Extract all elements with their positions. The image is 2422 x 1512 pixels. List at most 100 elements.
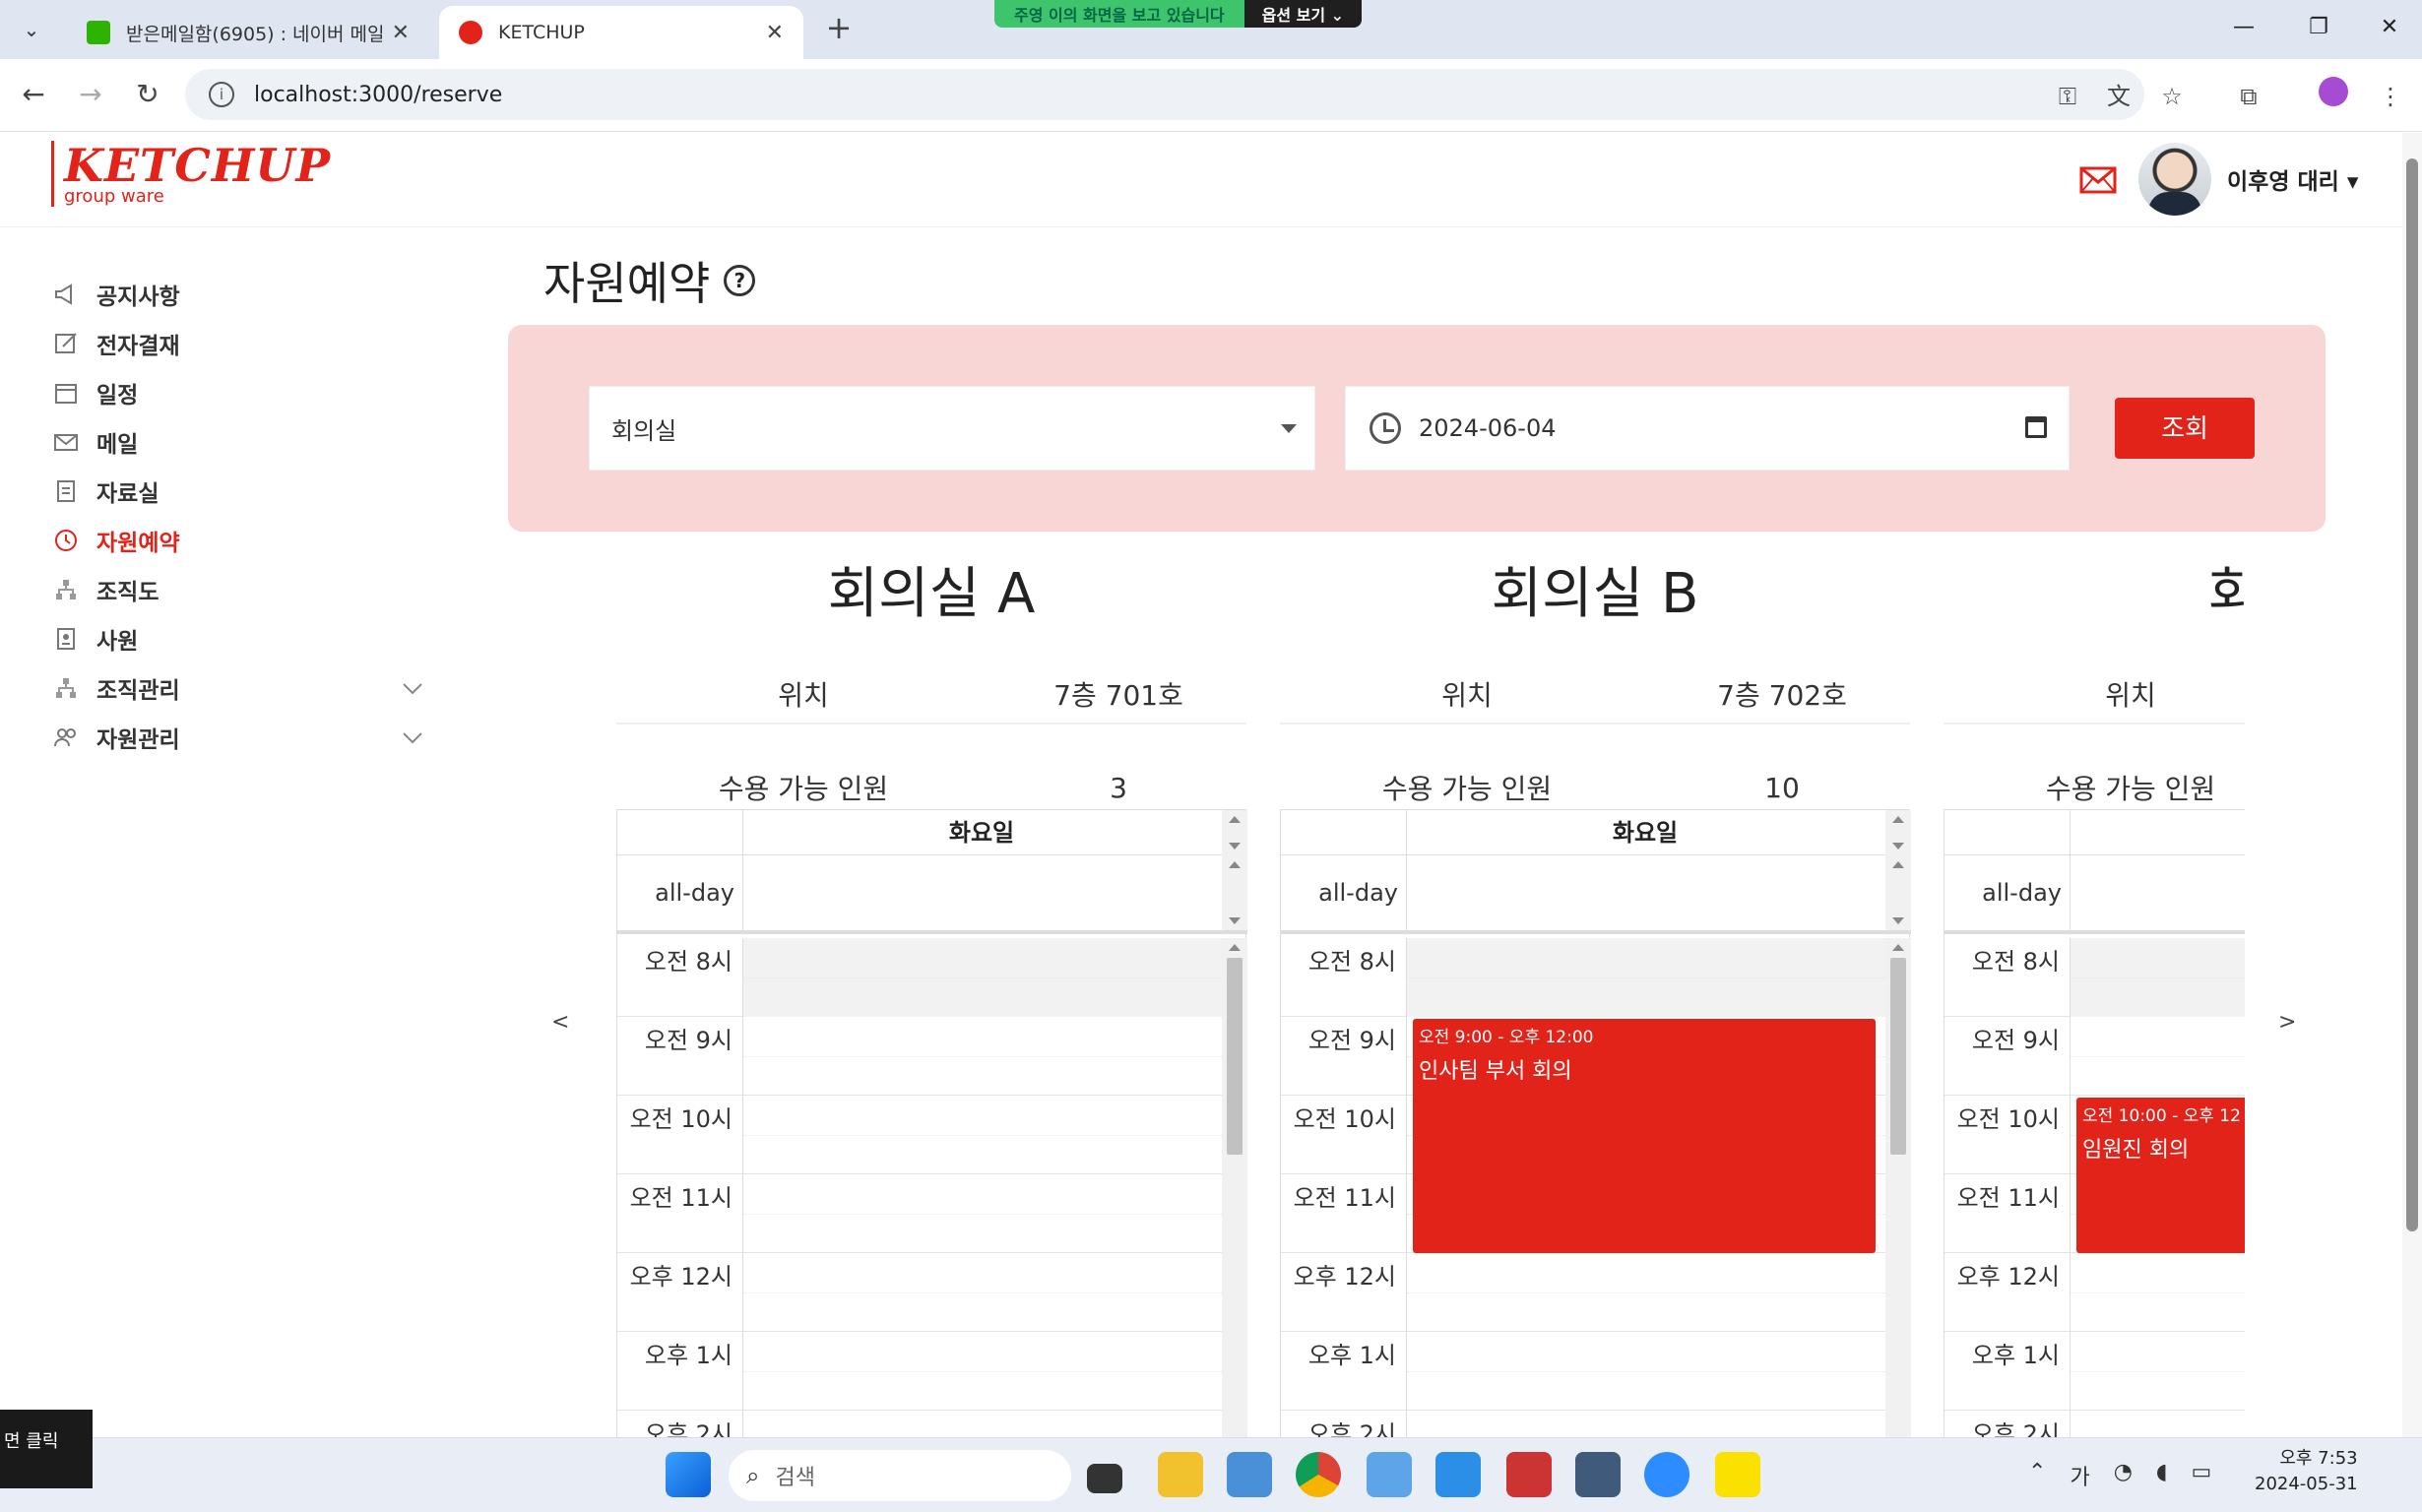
time-slot-row[interactable]: 오전 8시 [617,938,1222,1017]
mail-icon [51,427,81,457]
windows-start-icon[interactable] [666,1452,711,1497]
ketchup-logo[interactable]: KETCHUP group ware [51,141,331,207]
sidebar-item-employees[interactable]: 사원 [51,614,425,663]
time-grid-scrollbar[interactable] [1222,938,1247,1437]
ime-indicator[interactable]: 가 [2070,1460,2089,1491]
tray-overflow-icon[interactable]: ⌃ [2028,1460,2046,1491]
sidebar-item-resource-management[interactable]: 자원관리 [51,713,425,762]
room-calendar: all-day 오전 10:00 - 오후 12 임원진 회의 오전 8시 오전 … [1944,809,2245,1437]
sts-ide-icon[interactable] [1575,1452,1621,1497]
event-time: 오전 9:00 - 오후 12:00 [1419,1028,1594,1047]
calendar-picker-icon[interactable] [2025,416,2047,438]
screen-share-options-button[interactable]: 옵션 보기 ⌄ [1243,0,1363,28]
sidebar-item-org-management[interactable]: 조직관리 [51,663,425,713]
restore-icon[interactable]: ❐ [2294,8,2343,47]
profile-avatar-icon[interactable] [2314,77,2353,116]
notepad-icon[interactable] [1227,1452,1272,1497]
time-grid[interactable]: 오전 9:00 - 오후 12:00 인사팀 부서 회의 오전 8시 오전 9시 오… [1281,938,1911,1437]
page-scrollbar[interactable] [2402,133,2422,1437]
allday-scrollbar[interactable] [1885,855,1911,930]
browser-menu-icon[interactable]: ⋮ [2371,77,2410,116]
time-slot-row[interactable]: 오전 9시 [617,1017,1222,1096]
avatar[interactable] [2138,143,2211,216]
date-field[interactable]: 2024-06-04 [1345,386,2070,471]
chevron-down-icon[interactable] [400,675,425,701]
new-tab-button[interactable]: + [819,8,859,47]
time-slot-row[interactable]: 오후 12시 [617,1253,1222,1332]
password-key-icon[interactable]: ⚿ [2048,77,2087,116]
search-button[interactable]: 조회 [2115,398,2255,459]
help-icon[interactable]: ? [724,265,756,296]
event-title: 인사팀 부서 회의 [1419,1059,1572,1084]
translate-icon[interactable]: 文 [2099,77,2138,116]
forward-icon[interactable]: → [69,73,112,116]
sidebar-item-approval[interactable]: 전자결재 [51,319,425,368]
time-slot-row[interactable]: 오전 8시 [1281,938,1885,1017]
mail-icon[interactable] [2079,166,2117,194]
close-window-icon[interactable]: ✕ [2365,8,2414,47]
sidebar-item-reservation[interactable]: 자원예약 [51,516,425,565]
header-scrollbar[interactable] [1885,810,1911,855]
zoom-icon[interactable] [1644,1452,1689,1497]
site-info-icon[interactable]: i [209,82,234,107]
resource-type-select[interactable]: 회의실 [589,386,1315,471]
half-hour-line [743,1056,1222,1057]
battery-icon[interactable]: ▭ [2191,1460,2211,1491]
time-label: 오전 11시 [1944,1174,2071,1253]
time-slot-row[interactable]: 오전 8시 [1944,938,2245,1017]
sidebar-item-archive[interactable]: 자료실 [51,467,425,516]
search-icon: ⌕ [746,1462,760,1489]
time-slot-row[interactable]: 오후 2시 [1281,1411,1885,1437]
tab-list-button[interactable]: ⌄ [14,12,49,47]
system-clock[interactable]: 오후 7:53 2024-05-31 [2255,1446,2358,1497]
extensions-icon[interactable]: ⧉ [2229,77,2268,116]
half-hour-line [2071,1371,2245,1372]
time-slot-row[interactable]: 오후 2시 [617,1411,1222,1437]
next-room-button[interactable]: > [2278,1010,2296,1035]
time-slot-row[interactable]: 오후 12시 [1944,1253,2245,1332]
snipping-tool-icon[interactable] [1367,1452,1412,1497]
time-slot-row[interactable]: 오후 1시 [617,1332,1222,1411]
intellij-icon[interactable] [1506,1452,1552,1497]
back-icon[interactable]: ← [12,73,55,116]
time-slot-row[interactable]: 오전 10시 [617,1096,1222,1174]
browser-tab-naver-mail[interactable]: 받은메일함(6905) : 네이버 메일 ✕ [67,6,429,59]
time-slot-row[interactable]: 오전 11시 [617,1174,1222,1253]
sidebar-item-org-chart[interactable]: 조직도 [51,565,425,614]
sidebar: 공지사항 전자결재 일정 메일 자료실 자원예약 조직도 사원 조직관리 자원관… [0,228,475,1437]
kakaotalk-icon[interactable] [1715,1452,1760,1497]
time-slot-row[interactable]: 오후 12시 [1281,1253,1885,1332]
sidebar-item-mail[interactable]: 메일 [51,417,425,467]
taskbar-search-field[interactable]: ⌕ 검색 [729,1450,1071,1501]
time-grid[interactable]: 오전 10:00 - 오후 12 임원진 회의 오전 8시 오전 9시 오전 10시… [1944,938,2245,1437]
time-slot-row[interactable]: 오후 1시 [1281,1332,1885,1411]
allday-scrollbar[interactable] [1222,855,1247,930]
url-field[interactable]: i localhost:3000/reserve [185,69,2144,120]
browser-tab-ketchup[interactable]: KETCHUP ✕ [439,6,803,59]
wifi-icon[interactable]: ◔ [2114,1460,2133,1491]
room-name: 회으 [2207,562,2245,626]
sidebar-item-schedule[interactable]: 일정 [51,368,425,417]
reload-icon[interactable]: ↻ [126,73,169,116]
bookmark-star-icon[interactable]: ☆ [2152,77,2192,116]
time-slot-row[interactable]: 오후 1시 [1944,1332,2245,1411]
file-explorer-icon[interactable] [1158,1452,1203,1497]
vscode-icon[interactable] [1435,1452,1481,1497]
close-tab-icon[interactable]: ✕ [392,21,410,45]
header-scrollbar[interactable] [1222,810,1247,855]
close-tab-icon[interactable]: ✕ [766,21,784,45]
sidebar-item-notices[interactable]: 공지사항 [51,270,425,319]
time-slot-row[interactable]: 오후 2시 [1944,1411,2245,1437]
time-grid-scrollbar[interactable] [1885,938,1911,1437]
time-slot-row[interactable]: 오전 9시 [1944,1017,2245,1096]
reservation-event[interactable]: 오전 10:00 - 오후 12 임원진 회의 [2076,1098,2245,1253]
chrome-icon[interactable] [1296,1452,1341,1497]
prev-room-button[interactable]: < [551,1010,569,1035]
user-menu[interactable]: 이후영 대리 ▾ [2227,162,2358,196]
chevron-down-icon[interactable] [400,724,425,750]
minimize-icon[interactable]: — [2219,8,2268,47]
volume-icon[interactable]: ◖ [2156,1460,2168,1491]
reservation-event[interactable]: 오전 9:00 - 오후 12:00 인사팀 부서 회의 [1413,1019,1876,1253]
time-grid[interactable]: 오전 8시 오전 9시 오전 10시 오전 11시 오후 12시 오후 1시 오후 2시 [617,938,1247,1437]
task-view-icon[interactable] [1087,1464,1122,1493]
